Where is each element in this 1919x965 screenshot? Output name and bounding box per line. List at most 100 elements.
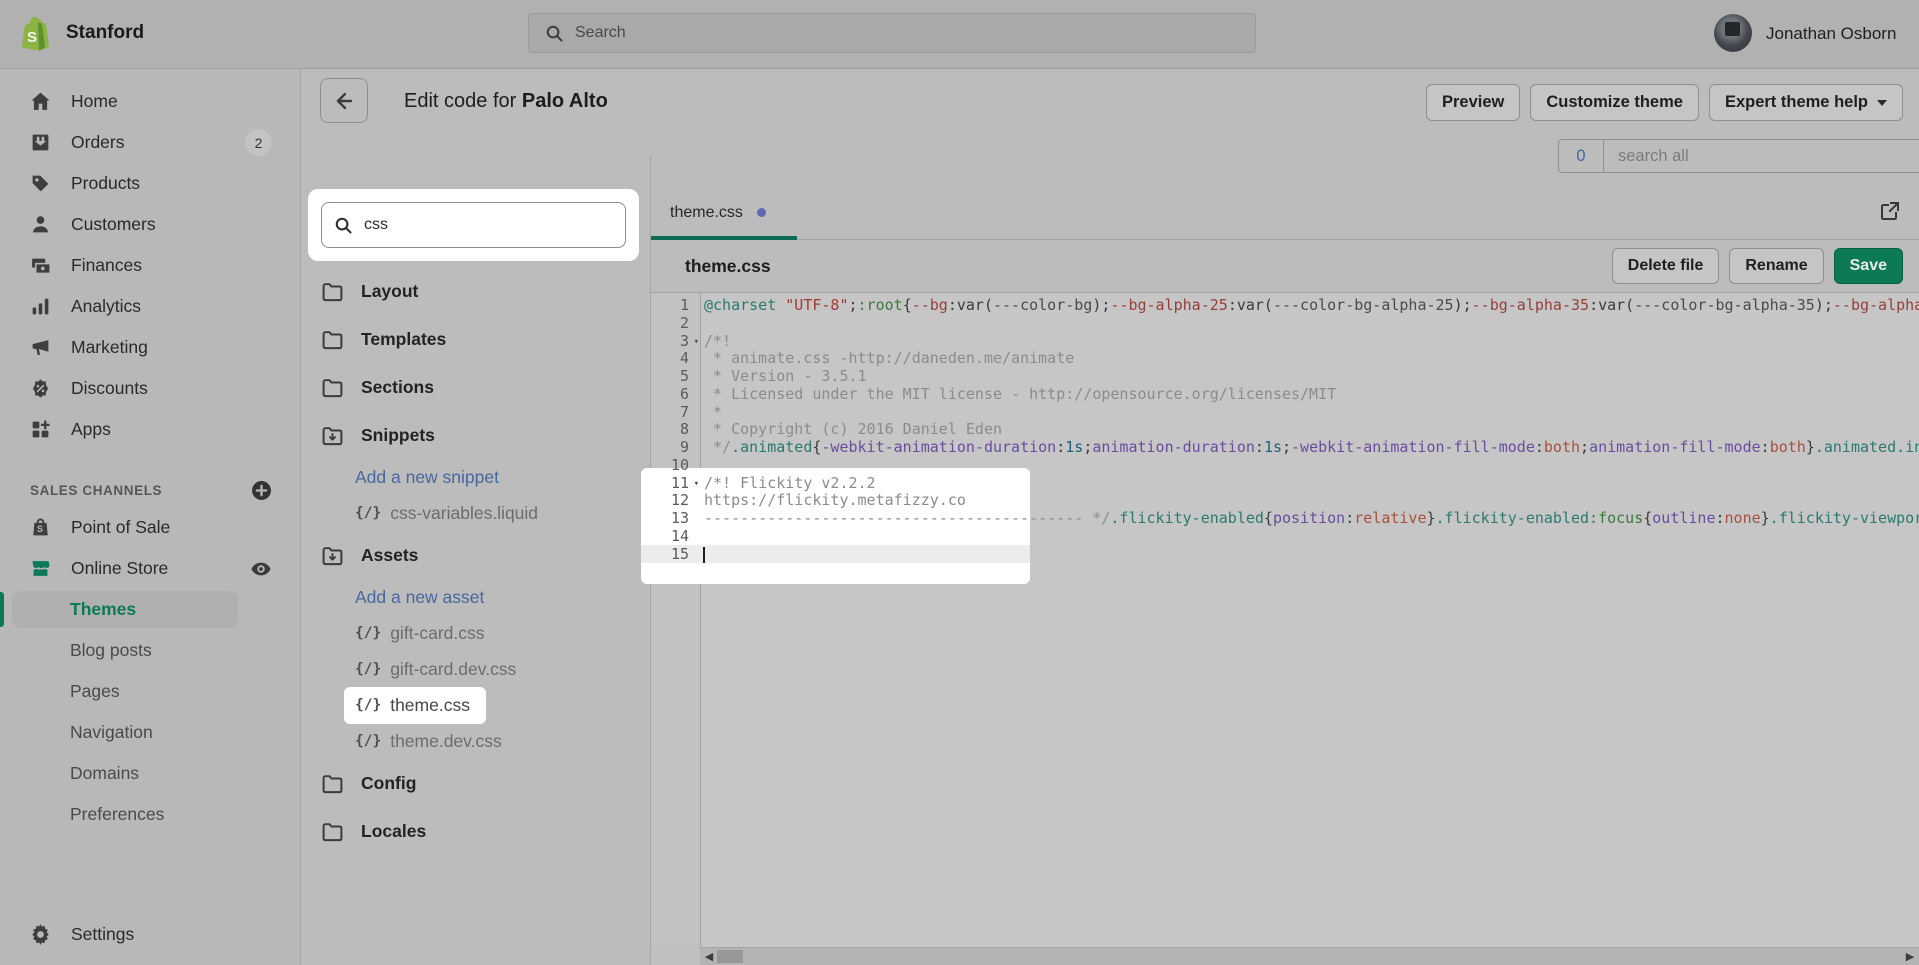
code-line-4[interactable]: 4 * animate.css -http://daneden.me/anima… [651, 350, 1919, 368]
scrollbar-track[interactable]: ◀ ▶ [700, 947, 1919, 965]
sidebar-item-products[interactable]: Products [0, 163, 300, 204]
search-icon [545, 24, 564, 43]
sidebar-item-label: Settings [71, 924, 134, 945]
products-icon [30, 173, 51, 194]
sidebar-item-discounts[interactable]: Discounts [0, 368, 300, 409]
file-theme-dev-css[interactable]: {/}theme.dev.css [321, 723, 641, 759]
code-line-7[interactable]: 7 * [651, 404, 1919, 422]
file-name: gift-card.css [390, 623, 484, 644]
eye-icon[interactable] [250, 558, 272, 580]
expert-theme-help-button[interactable]: Expert theme help [1709, 84, 1903, 121]
line-number: 8 [651, 421, 700, 439]
folder-layout[interactable]: Layout [321, 267, 641, 315]
code-editor[interactable]: 1@charset "UTF-8";:root{--bg:var(---colo… [651, 293, 1919, 947]
sidebar-item-label: Analytics [71, 296, 141, 317]
sidebar-channels: S Point of Sale Online Store [0, 507, 300, 589]
folder-locales[interactable]: Locales [321, 807, 641, 855]
sidebar-item-blog-posts[interactable]: Blog posts [0, 630, 300, 671]
sidebar-item-navigation[interactable]: Navigation [0, 712, 300, 753]
folder-snippets[interactable]: Snippets [321, 411, 641, 459]
global-search-placeholder: Search [575, 24, 626, 42]
code-line-15[interactable]: 15 [651, 546, 1919, 564]
add-a-new-asset-link[interactable]: Add a new asset [321, 579, 641, 615]
code-line-3[interactable]: 3▾/*! [651, 333, 1919, 351]
sidebar-item-pages[interactable]: Pages [0, 671, 300, 712]
sidebar-item-preferences[interactable]: Preferences [0, 794, 300, 835]
tab-label: theme.css [670, 204, 743, 222]
file-search-input[interactable]: css [321, 202, 626, 248]
find-match-count: 0 [1559, 140, 1604, 172]
tab-theme-css[interactable]: theme.css [651, 185, 766, 240]
user-avatar[interactable] [1714, 14, 1752, 52]
folder-templates[interactable]: Templates [321, 315, 641, 363]
code-line-5[interactable]: 5 * Version - 3.5.1 [651, 368, 1919, 386]
file-header: theme.css Delete fileRenameSave [651, 241, 1919, 293]
code-line-14[interactable]: 14 [651, 528, 1919, 546]
code-line-8[interactable]: 8 * Copyright (c) 2016 Daniel Eden [651, 421, 1919, 439]
code-find-bar[interactable]: 0 search all [1558, 139, 1919, 173]
sidebar-item-domains[interactable]: Domains [0, 753, 300, 794]
code-line-1[interactable]: 1@charset "UTF-8";:root{--bg:var(---colo… [651, 297, 1919, 315]
line-number: 1 [651, 297, 700, 315]
file-theme-css[interactable]: {/}theme.css [321, 687, 641, 723]
add-a-new-snippet-link[interactable]: Add a new snippet [321, 459, 641, 495]
line-number: 11▾ [651, 475, 700, 493]
folder-assets[interactable]: Assets [321, 531, 641, 579]
fullscreen-icon[interactable] [1878, 199, 1902, 223]
sidebar-item-finances[interactable]: Finances [0, 245, 300, 286]
horizontal-scrollbar[interactable]: ◀ ▶ [651, 947, 1919, 965]
sidebar-item-apps[interactable]: Apps [0, 409, 300, 450]
preview-button[interactable]: Preview [1426, 84, 1520, 121]
pos-icon: S [30, 517, 51, 538]
svg-text:S: S [37, 524, 43, 534]
code-line-2[interactable]: 2 [651, 315, 1919, 333]
folder-sections[interactable]: Sections [321, 363, 641, 411]
scroll-right-arrow-icon[interactable]: ▶ [1903, 950, 1917, 964]
rename-button[interactable]: Rename [1729, 248, 1823, 284]
file-css-variables-liquid[interactable]: {/}css-variables.liquid [321, 495, 641, 531]
folder-config[interactable]: Config [321, 759, 641, 807]
sidebar-item-label: Home [71, 91, 118, 112]
code-line-10[interactable]: 10 [651, 457, 1919, 475]
file-gift-card-css[interactable]: {/}gift-card.css [321, 615, 641, 651]
code-line-text: * Copyright (c) 2016 Daniel Eden [700, 421, 1919, 439]
back-button[interactable] [320, 78, 368, 123]
line-number: 6 [651, 386, 700, 404]
sidebar-item-settings[interactable]: Settings [0, 914, 300, 955]
save-button[interactable]: Save [1834, 248, 1903, 284]
sales-channels-header: SALES CHANNELS [0, 473, 300, 507]
sidebar-item-orders[interactable]: Orders2 [0, 122, 300, 163]
code-line-text: /*! [700, 333, 1919, 351]
code-line-13[interactable]: 13--------------------------------------… [651, 510, 1919, 528]
sidebar-item-online-store[interactable]: Online Store [0, 548, 300, 589]
code-line-11[interactable]: 11▾/*! Flickity v2.2.2 [651, 475, 1919, 493]
sidebar-item-label: Point of Sale [71, 517, 170, 538]
sidebar-item-point-of-sale[interactable]: S Point of Sale [0, 507, 300, 548]
global-search-input[interactable]: Search [528, 13, 1256, 53]
sidebar-item-customers[interactable]: Customers [0, 204, 300, 245]
sidebar-item-themes[interactable]: Themes [0, 589, 300, 630]
code-line-9[interactable]: 9 */.animated{-webkit-animation-duration… [651, 439, 1919, 457]
line-number: 3▾ [651, 333, 700, 351]
sidebar-item-marketing[interactable]: Marketing [0, 327, 300, 368]
folder-label: Assets [361, 545, 418, 566]
add-sales-channel-icon[interactable] [251, 480, 272, 501]
scroll-left-arrow-icon[interactable]: ◀ [702, 950, 716, 964]
fold-caret-icon[interactable]: ▾ [694, 334, 699, 352]
file-gift-card-dev-css[interactable]: {/}gift-card.dev.css [321, 651, 641, 687]
code-line-12[interactable]: 12https://flickity.metafizzy.co [651, 492, 1919, 510]
line-number: 15 [651, 546, 700, 564]
customize-theme-button[interactable]: Customize theme [1530, 84, 1699, 121]
folder-icon [321, 772, 344, 795]
delete-file-button[interactable]: Delete file [1612, 248, 1720, 284]
code-line-text: * animate.css -http://daneden.me/animate [700, 350, 1919, 368]
apps-icon [30, 419, 51, 440]
sidebar-item-label: Apps [71, 419, 111, 440]
scrollbar-thumb[interactable] [717, 950, 743, 963]
sidebar-item-analytics[interactable]: Analytics [0, 286, 300, 327]
code-line-6[interactable]: 6 * Licensed under the MIT license - htt… [651, 386, 1919, 404]
line-number: 13 [651, 510, 700, 528]
sidebar-item-home[interactable]: Home [0, 81, 300, 122]
user-name[interactable]: Jonathan Osborn [1766, 24, 1896, 44]
fold-caret-icon[interactable]: ▾ [694, 476, 699, 494]
